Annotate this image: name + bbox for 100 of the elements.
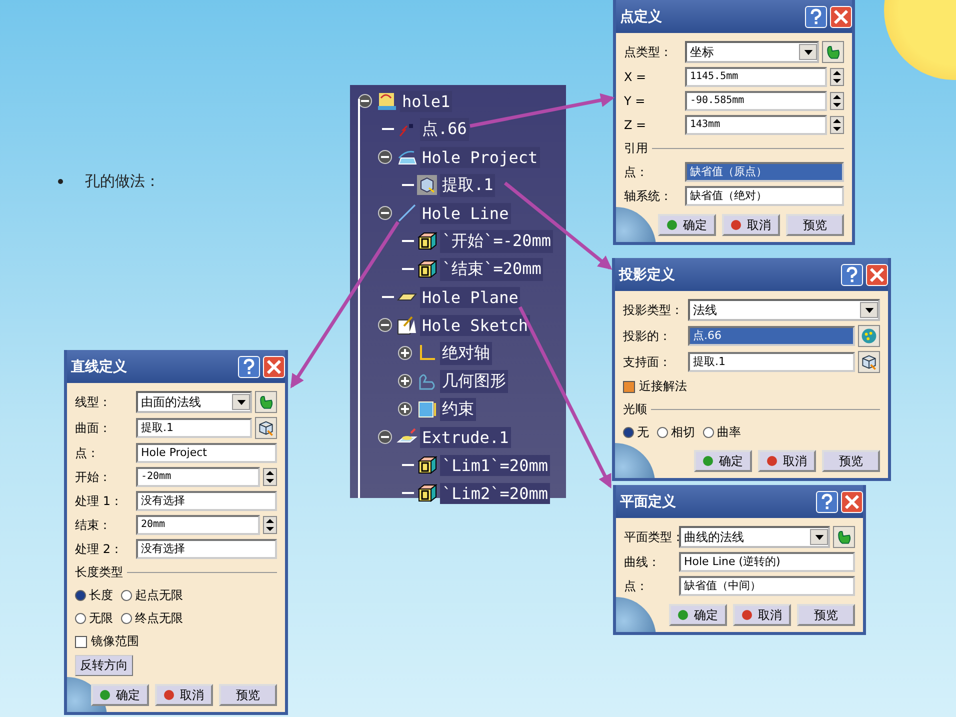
checkbox[interactable]: 镜像范围 xyxy=(75,633,139,650)
ok-button[interactable]: 确定 xyxy=(694,450,752,472)
radio-button[interactable]: 曲率 xyxy=(703,424,741,441)
input-field[interactable]: Hole Project xyxy=(136,443,277,463)
collapse-icon[interactable] xyxy=(378,150,392,164)
window-title: 投影定义 xyxy=(618,266,675,284)
field-label: 支持面： xyxy=(623,354,672,370)
cube-icon[interactable] xyxy=(255,417,277,439)
tree-item[interactable]: Hole Project xyxy=(420,146,540,168)
cancel-button[interactable]: 取消 xyxy=(733,604,791,626)
tree-item[interactable]: hole1 xyxy=(400,90,452,112)
input-field[interactable]: 提取.1 xyxy=(688,352,855,372)
dots-icon[interactable] xyxy=(858,325,880,347)
input-field[interactable]: 没有选择 xyxy=(136,491,277,511)
tree-item[interactable]: Extrude.1 xyxy=(420,426,511,448)
spinner-icon[interactable] xyxy=(830,116,844,134)
part-icon xyxy=(376,90,398,112)
tree-item[interactable]: 点.66 xyxy=(420,118,469,140)
expand-icon[interactable] xyxy=(398,374,412,388)
close-icon[interactable] xyxy=(263,356,285,378)
tree-item[interactable]: 绝对轴 xyxy=(440,342,492,364)
input-field[interactable]: Hole Line (逆转的) xyxy=(679,552,855,572)
hand-icon[interactable] xyxy=(255,391,277,413)
tree-item[interactable]: `Lim2`=20mm xyxy=(440,482,550,504)
preview-button[interactable]: 预览 xyxy=(822,450,880,472)
tree-item[interactable]: `结束`=20mm xyxy=(440,258,544,280)
tree-item[interactable]: Hole Plane xyxy=(420,286,520,308)
field-label: 开始： xyxy=(75,468,112,486)
field-label: 轴系统： xyxy=(624,188,673,204)
cancel-button[interactable]: 取消 xyxy=(758,450,816,472)
cancel-button[interactable]: 取消 xyxy=(155,684,213,706)
ok-button[interactable]: 确定 xyxy=(658,214,716,236)
line-icon xyxy=(396,202,418,224)
close-icon[interactable] xyxy=(866,264,888,286)
input-field[interactable]: 1145.5mm xyxy=(685,67,827,87)
radio-button[interactable]: 起点无限 xyxy=(121,587,183,604)
cube-icon[interactable] xyxy=(858,351,880,373)
help-icon[interactable] xyxy=(238,356,260,378)
reverse-button[interactable]: 反转方向 xyxy=(75,655,133,676)
field-label: 投影的： xyxy=(623,328,672,344)
radio-button[interactable]: 相切 xyxy=(657,424,695,441)
close-icon[interactable] xyxy=(830,6,852,28)
dropdown[interactable]: 由面的法线 xyxy=(136,391,252,413)
spinner-icon[interactable] xyxy=(830,92,844,110)
close-icon[interactable] xyxy=(841,490,863,512)
collapse-icon[interactable] xyxy=(378,318,392,332)
preview-button[interactable]: 预览 xyxy=(786,214,844,236)
collapse-icon[interactable] xyxy=(358,94,372,108)
help-icon[interactable] xyxy=(816,490,838,512)
input-field[interactable]: -90.585mm xyxy=(685,91,827,111)
input-field[interactable]: 提取.1 xyxy=(136,418,252,438)
input-field[interactable]: 缺省值（原点） xyxy=(685,162,844,182)
tree-item[interactable]: `Lim1`=20mm xyxy=(440,454,550,476)
help-icon[interactable] xyxy=(841,264,863,286)
dropdown[interactable]: 坐标 xyxy=(685,41,819,63)
field-label: 曲面： xyxy=(75,420,112,436)
dropdown[interactable]: 法线 xyxy=(688,299,880,321)
spinner-icon[interactable] xyxy=(830,68,844,86)
input-field[interactable]: 点.66 xyxy=(688,326,855,346)
radio-button[interactable]: 无 xyxy=(623,424,649,441)
input-field[interactable]: 没有选择 xyxy=(136,539,277,559)
hand-icon[interactable] xyxy=(822,41,844,63)
field-label: 线型： xyxy=(75,394,112,410)
help-icon[interactable] xyxy=(805,6,827,28)
ok-button[interactable]: 确定 xyxy=(669,604,727,626)
input-field[interactable]: 20mm xyxy=(136,515,260,535)
tree-item[interactable]: 几何图形 xyxy=(440,370,508,392)
tree-item[interactable]: Hole Line xyxy=(420,202,511,224)
caret-icon xyxy=(232,394,250,410)
preview-button[interactable]: 预览 xyxy=(797,604,855,626)
radio-button[interactable]: 无限 xyxy=(75,610,113,627)
collapse-icon[interactable] xyxy=(378,430,392,444)
radio-button[interactable]: 长度 xyxy=(75,587,113,604)
expand-icon[interactable] xyxy=(398,346,412,360)
caret-icon xyxy=(799,44,817,60)
hand-icon[interactable] xyxy=(833,526,855,548)
section-title: 引用 xyxy=(624,140,648,157)
spinner-icon[interactable] xyxy=(263,516,277,534)
tree-item[interactable]: 约束 xyxy=(440,398,476,420)
spinner-icon[interactable] xyxy=(263,468,277,486)
field-label: 曲线： xyxy=(624,554,661,570)
collapse-icon[interactable] xyxy=(378,206,392,220)
ok-button[interactable]: 确定 xyxy=(91,684,149,706)
radio-button[interactable]: 终点无限 xyxy=(121,610,183,627)
checkbox[interactable]: 近接解法 xyxy=(623,378,687,395)
tree-item[interactable]: 提取.1 xyxy=(440,174,496,196)
section-title: 长度类型 xyxy=(75,564,123,581)
sketch-icon xyxy=(396,314,418,336)
tree-item[interactable]: Hole Sketch xyxy=(420,314,530,336)
cancel-button[interactable]: 取消 xyxy=(722,214,780,236)
field-label: 投影类型： xyxy=(623,302,684,318)
tree-item[interactable]: `开始`=-20mm xyxy=(440,230,554,252)
input-field[interactable]: -20mm xyxy=(136,467,260,487)
input-field[interactable]: 缺省值（绝对） xyxy=(685,186,844,206)
input-field[interactable]: 缺省值（中间） xyxy=(679,576,855,596)
dropdown[interactable]: 曲线的法线 xyxy=(679,526,830,548)
input-field[interactable]: 143mm xyxy=(685,115,827,135)
preview-button[interactable]: 预览 xyxy=(219,684,277,706)
field-label: 点： xyxy=(75,444,100,462)
expand-icon[interactable] xyxy=(398,402,412,416)
